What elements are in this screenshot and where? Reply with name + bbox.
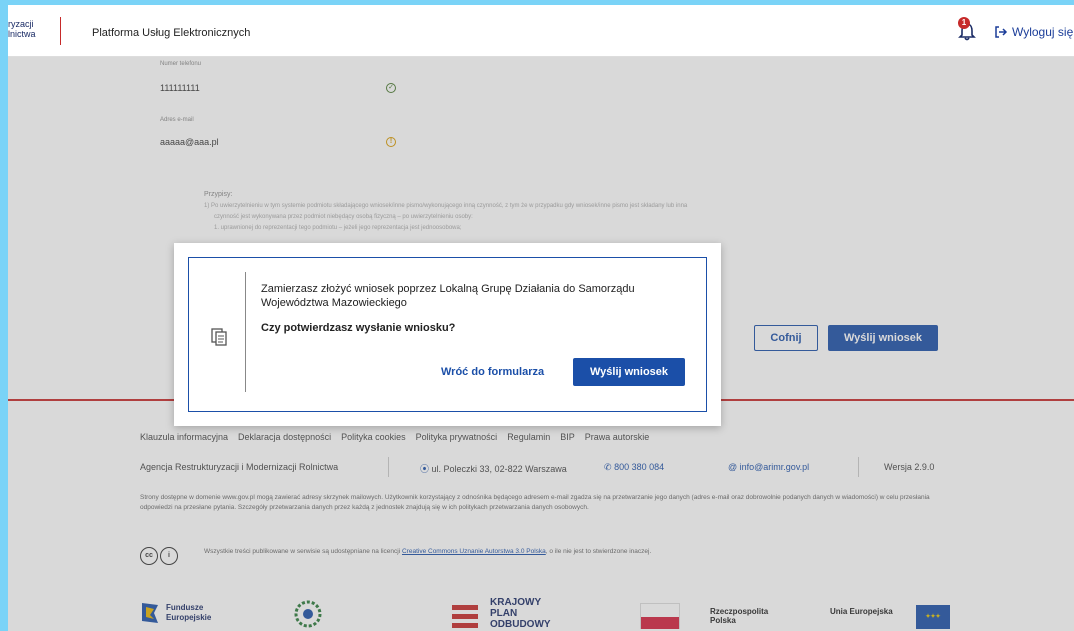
- agency-logo[interactable]: ryzacji lnictwa: [8, 19, 36, 39]
- confirm-submit-button[interactable]: Wyślij wniosek: [573, 358, 685, 386]
- document-icon: [211, 328, 227, 346]
- platform-title: Platforma Usług Elektronicznych: [92, 27, 251, 39]
- dialog-message: Zamierzasz złożyć wniosek poprzez Lokaln…: [261, 283, 635, 309]
- dialog-divider: [245, 272, 246, 392]
- logout-button[interactable]: Wyloguj się: [994, 25, 1073, 39]
- browser-viewport: ryzacji lnictwa Platforma Usług Elektron…: [8, 5, 1074, 631]
- logo-divider: [60, 17, 61, 45]
- return-to-form-link[interactable]: Wróć do formularza: [441, 366, 544, 378]
- logout-icon: [995, 26, 1008, 38]
- confirmation-dialog: Zamierzasz złożyć wniosek poprzez Lokaln…: [174, 243, 721, 426]
- logo-line-1: ryzacji: [8, 19, 34, 29]
- dialog-panel: Zamierzasz złożyć wniosek poprzez Lokaln…: [188, 257, 707, 412]
- notification-badge: 1: [958, 17, 970, 29]
- dialog-question: Czy potwierdzasz wysłanie wniosku?: [261, 322, 456, 334]
- logo-line-2: lnictwa: [8, 29, 36, 39]
- top-header: ryzacji lnictwa Platforma Usług Elektron…: [8, 5, 1074, 57]
- logout-label: Wyloguj się: [1012, 25, 1074, 39]
